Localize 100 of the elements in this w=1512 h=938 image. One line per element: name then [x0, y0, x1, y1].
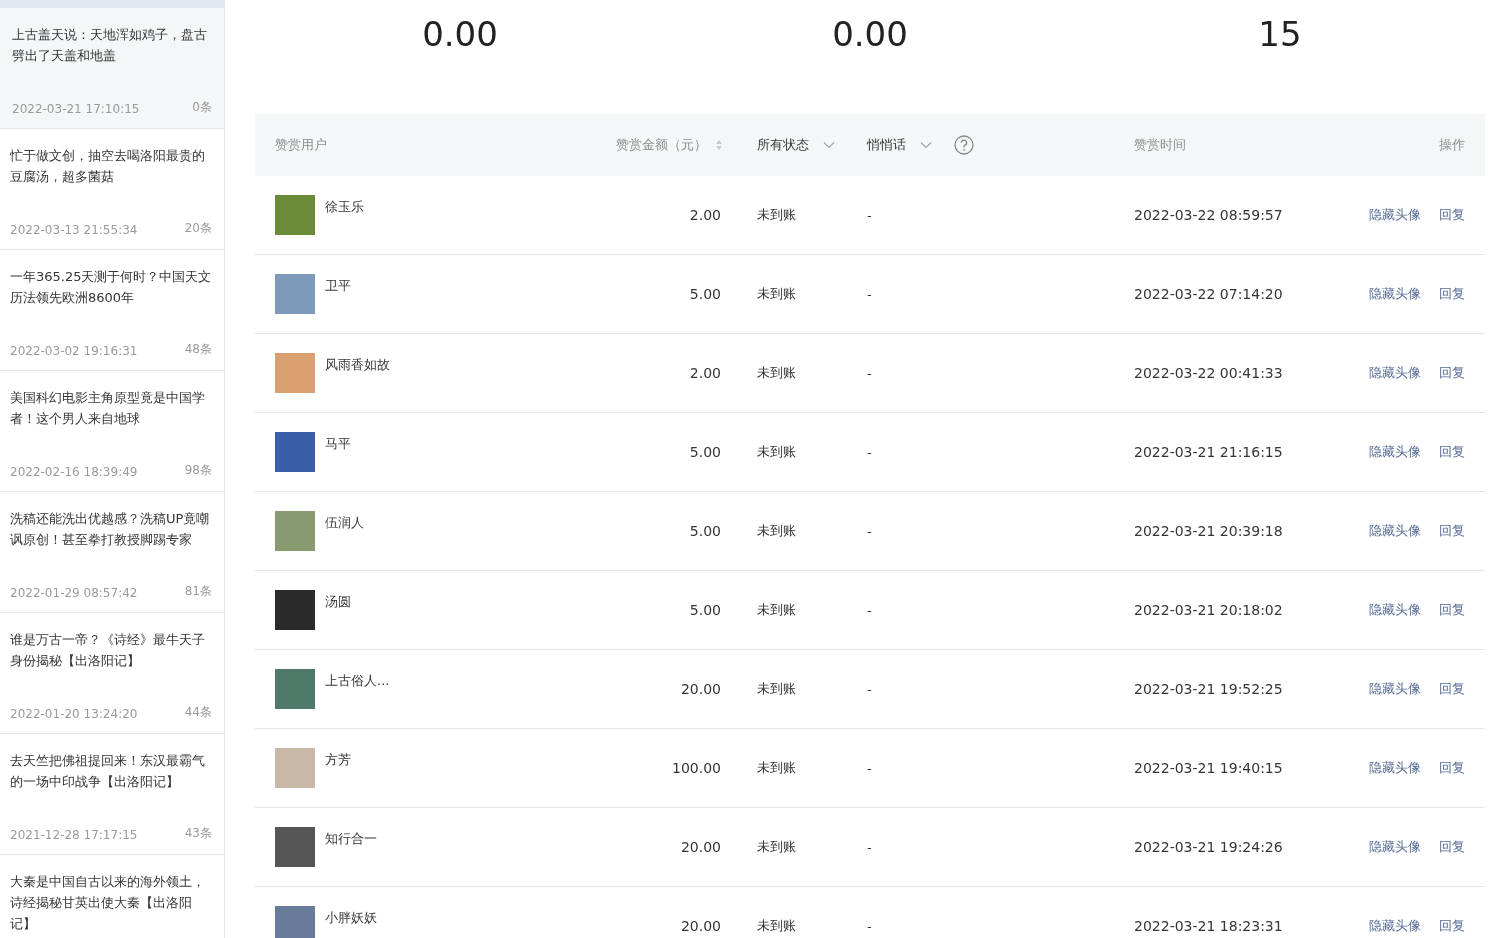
status-cell: 未到账	[757, 759, 796, 777]
chevron-down-icon[interactable]	[920, 141, 932, 149]
comment-count: 48条	[184, 341, 212, 358]
article-title: 一年365.25天测于何时？中国天文历法领先欧洲8600年	[10, 268, 212, 307]
status-cell: 未到账	[757, 364, 796, 382]
avatar-photo-placeholder	[275, 748, 315, 788]
message-cell: -	[867, 444, 872, 460]
comment-count: 0条	[192, 99, 212, 116]
user-name: 风雨香如故	[325, 356, 390, 374]
comment-count: 98条	[184, 462, 212, 479]
article-date: 2022-01-29 08:57:42	[10, 586, 138, 600]
avatar-photo-placeholder	[275, 274, 315, 314]
avatar-photo-placeholder	[275, 432, 315, 472]
sort-icon[interactable]	[715, 139, 723, 151]
status-cell: 未到账	[757, 206, 796, 224]
action-link[interactable]: 回复	[1439, 917, 1465, 935]
action-link[interactable]: 隐藏头像	[1369, 206, 1421, 224]
comment-count: 44条	[184, 704, 212, 721]
action-link[interactable]: 隐藏头像	[1369, 838, 1421, 856]
action-link[interactable]: 回复	[1439, 680, 1465, 698]
user-name: 知行合一	[325, 830, 377, 848]
user-name: 马平	[325, 435, 351, 453]
action-link[interactable]: 隐藏头像	[1369, 285, 1421, 303]
user-name: 小胖妖妖	[325, 909, 377, 927]
message-cell: -	[867, 918, 872, 934]
message-cell: -	[867, 365, 872, 381]
article-title: 谁是万古一帝？《诗经》最牛天子身份揭秘【出洛阳记】	[10, 631, 206, 670]
message-cell: -	[867, 839, 872, 855]
time-cell: 2022-03-21 20:18:02	[1134, 602, 1283, 618]
action-link[interactable]: 隐藏头像	[1369, 680, 1421, 698]
article-date: 2022-02-16 18:39:49	[10, 465, 138, 479]
time-cell: 2022-03-21 19:52:25	[1134, 681, 1283, 697]
message-cell: -	[867, 602, 872, 618]
stat-value: 0.00	[832, 14, 908, 54]
action-link[interactable]: 隐藏头像	[1369, 601, 1421, 619]
message-cell: -	[867, 286, 872, 302]
message-cell: -	[867, 681, 872, 697]
stat-value: 15	[1258, 14, 1302, 54]
action-link[interactable]: 隐藏头像	[1369, 759, 1421, 777]
article-date: 2022-03-02 19:16:31	[10, 344, 138, 358]
time-cell: 2022-03-22 07:14:20	[1134, 286, 1283, 302]
comment-count: 81条	[184, 583, 212, 600]
avatar-photo-placeholder	[275, 827, 315, 867]
action-link[interactable]: 回复	[1439, 601, 1465, 619]
time-cell: 2022-03-22 08:59:57	[1134, 207, 1283, 223]
action-link[interactable]: 隐藏头像	[1369, 443, 1421, 461]
filter-dropdown[interactable]: 悄悄话	[867, 136, 906, 154]
amount-cell: 5.00	[689, 286, 721, 302]
amount-cell: 20.00	[680, 839, 721, 855]
status-cell: 未到账	[757, 917, 796, 935]
message-cell: -	[867, 523, 872, 539]
action-link[interactable]: 回复	[1439, 838, 1465, 856]
amount-cell: 20.00	[680, 918, 721, 934]
user-name: 卫平	[325, 277, 351, 295]
action-link[interactable]: 回复	[1439, 206, 1465, 224]
article-date: 2022-03-13 21:55:34	[10, 223, 138, 237]
action-link[interactable]: 回复	[1439, 364, 1465, 382]
article-title: 美国科幻电影主角原型竟是中国学者！这个男人来自地球	[10, 389, 206, 428]
action-link[interactable]: 隐藏头像	[1369, 522, 1421, 540]
avatar-photo-placeholder	[275, 195, 315, 235]
help-icon[interactable]	[954, 135, 974, 155]
stat-value: 0.00	[422, 14, 498, 54]
status-cell: 未到账	[757, 838, 796, 856]
avatar-photo-placeholder	[275, 669, 315, 709]
action-link[interactable]: 回复	[1439, 443, 1465, 461]
status-cell: 未到账	[757, 601, 796, 619]
message-cell: -	[867, 207, 872, 223]
user-name: 徐玉乐	[325, 198, 364, 216]
status-cell: 未到账	[757, 285, 796, 303]
avatar-photo-placeholder	[275, 511, 315, 551]
column-header: 操作	[1439, 136, 1465, 154]
article-date: 2021-12-28 17:17:15	[10, 828, 138, 842]
article-title: 忙于做文创，抽空去喝洛阳最贵的豆腐汤，超多菌菇	[10, 147, 206, 186]
article-title: 大秦是中国自古以来的海外领土，诗经揭秘甘英出使大秦【出洛阳记】	[10, 873, 206, 933]
avatar-photo-placeholder	[275, 590, 315, 630]
article-item[interactable]: 上古盖天说：天地浑如鸡子，盘古劈出了天盖和地盖 2022-03-21 17:10:15 0条	[0, 8, 224, 129]
user-name: 方芳	[325, 751, 351, 769]
article-title: 上古盖天说：天地浑如鸡子，盘古劈出了天盖和地盖	[12, 26, 208, 65]
status-cell: 未到账	[757, 443, 796, 461]
action-link[interactable]: 回复	[1439, 759, 1465, 777]
column-header: 赞赏用户	[275, 136, 327, 154]
amount-cell: 100.00	[672, 760, 721, 776]
article-date: 2022-01-20 13:24:20	[10, 707, 138, 721]
amount-cell: 2.00	[689, 365, 721, 381]
time-cell: 2022-03-21 19:24:26	[1134, 839, 1283, 855]
comment-count: 20条	[184, 220, 212, 237]
avatar-photo-placeholder	[275, 906, 315, 938]
filter-dropdown[interactable]: 所有状态	[757, 136, 809, 154]
status-cell: 未到账	[757, 522, 796, 540]
action-link[interactable]: 隐藏头像	[1369, 917, 1421, 935]
column-header[interactable]: 赞赏金额（元）	[616, 136, 707, 154]
amount-cell: 5.00	[689, 444, 721, 460]
action-link[interactable]: 回复	[1439, 285, 1465, 303]
action-link[interactable]: 回复	[1439, 522, 1465, 540]
amount-cell: 5.00	[689, 523, 721, 539]
action-link[interactable]: 隐藏头像	[1369, 364, 1421, 382]
time-cell: 2022-03-21 20:39:18	[1134, 523, 1283, 539]
time-cell: 2022-03-21 19:40:15	[1134, 760, 1283, 776]
user-name: 伍润人	[325, 514, 364, 532]
chevron-down-icon[interactable]	[823, 141, 835, 149]
